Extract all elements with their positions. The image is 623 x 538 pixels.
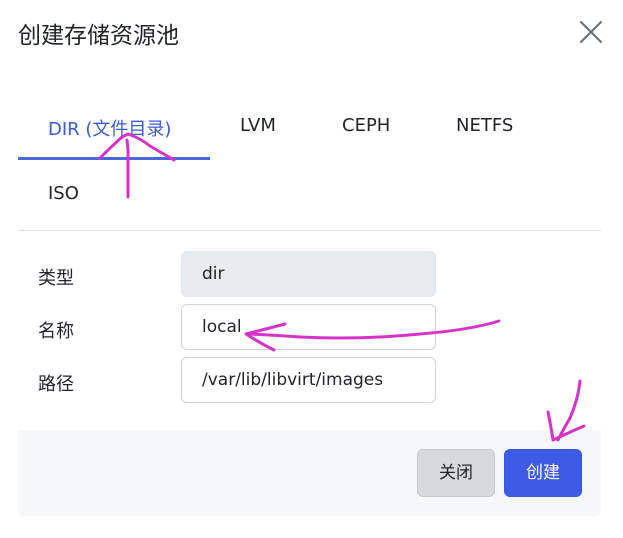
- path-label: 路径: [38, 374, 74, 395]
- tab-dir[interactable]: DIR (文件目录): [48, 115, 171, 141]
- tab-netfs[interactable]: NETFS: [456, 115, 513, 136]
- name-field[interactable]: [181, 304, 436, 350]
- create-button[interactable]: 创建: [504, 449, 582, 497]
- create-storage-pool-dialog: 创建存储资源池 DIR (文件目录) LVM CEPH NETFS ISO 类型…: [0, 0, 623, 538]
- dialog-title: 创建存储资源池: [18, 23, 179, 49]
- divider: [18, 230, 601, 231]
- path-field[interactable]: [181, 357, 436, 403]
- type-field: [181, 251, 436, 297]
- arrow-up-annotation: [98, 132, 176, 199]
- active-tab-indicator: [18, 157, 210, 160]
- close-button[interactable]: 关闭: [417, 449, 495, 497]
- name-label: 名称: [38, 321, 74, 342]
- type-label: 类型: [38, 268, 74, 289]
- tab-lvm[interactable]: LVM: [240, 115, 276, 136]
- tab-iso[interactable]: ISO: [48, 183, 79, 204]
- tab-ceph[interactable]: CEPH: [342, 115, 390, 136]
- close-icon[interactable]: [576, 17, 606, 47]
